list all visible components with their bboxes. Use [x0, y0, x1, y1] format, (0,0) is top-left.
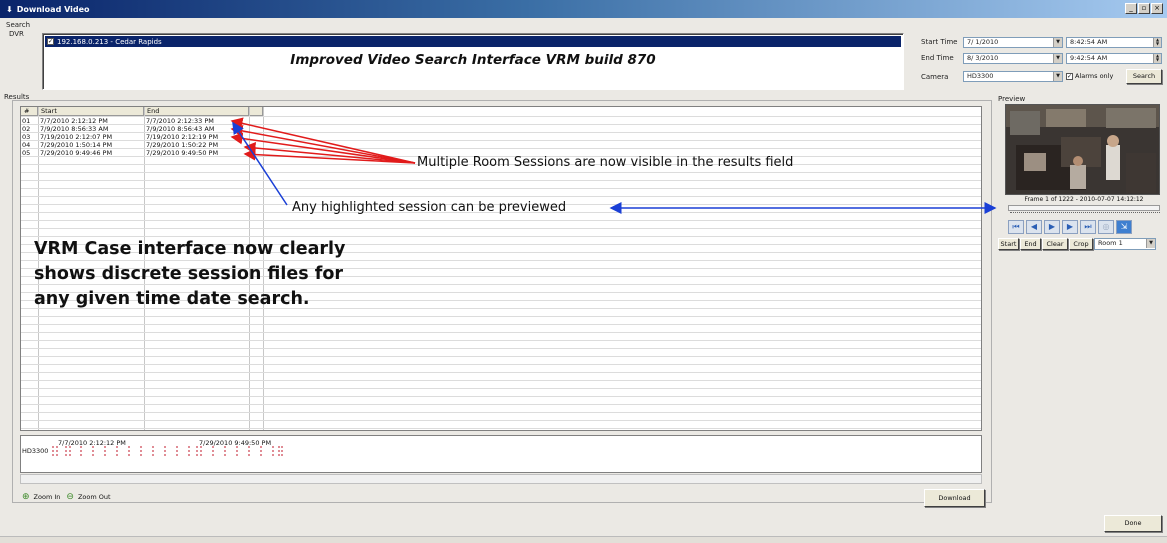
preview-video-frame[interactable] — [1005, 104, 1160, 195]
timeline-track[interactable] — [51, 446, 283, 457]
case-note-line: shows discrete session files for — [34, 264, 344, 284]
preview-actions: Start End Clear Crop Room 1 ▼ — [998, 238, 1156, 250]
frame-slider-ticks — [1010, 212, 1160, 217]
playback-controls: ⏮ ◀ ▶ ▶ ⏭ ◎ ⇲ — [1008, 220, 1132, 234]
preview-note: Any highlighted session can be previewed — [292, 200, 567, 215]
timeline-scrollbar[interactable] — [20, 474, 982, 484]
timeline-ticks — [52, 446, 283, 457]
zoom-out-icon[interactable]: ⊖ — [66, 492, 74, 502]
zoom-in-icon[interactable]: ⊕ — [22, 492, 30, 502]
skip-to-start-icon[interactable]: ⏮ — [1008, 220, 1024, 234]
step-back-icon[interactable]: ◀ — [1026, 220, 1042, 234]
frame-info: Frame 1 of 1222 - 2010-07-07 14:12:12 — [1024, 196, 1144, 203]
start-button[interactable]: Start — [998, 238, 1019, 250]
red-arrows — [230, 117, 416, 164]
room-select[interactable]: Room 1 ▼ — [1094, 238, 1156, 250]
multiple-sessions-note: Multiple Room Sessions are now visible i… — [417, 155, 794, 170]
case-note-line: any given time date search. — [34, 289, 310, 309]
timeline-track-label: HD3300 — [22, 447, 49, 455]
timeline-panel[interactable]: 7/7/2010 2:12:12 PM 7/29/2010 9:49:50 PM… — [20, 435, 982, 473]
download-button[interactable]: Download — [924, 489, 985, 507]
case-note: VRM Case interface now clearly shows dis… — [34, 237, 345, 312]
step-forward-icon[interactable]: ▶ — [1062, 220, 1078, 234]
end-button[interactable]: End — [1020, 238, 1041, 250]
zoom-in-label[interactable]: Zoom In — [34, 493, 61, 501]
play-icon[interactable]: ▶ — [1044, 220, 1060, 234]
status-bar — [0, 536, 1167, 543]
fit-icon[interactable]: ⇲ — [1116, 220, 1132, 234]
room-value: Room 1 — [1098, 239, 1123, 247]
done-button[interactable]: Done — [1104, 515, 1162, 532]
case-note-line: VRM Case interface now clearly — [34, 239, 346, 259]
crop-button[interactable]: Crop — [1069, 238, 1093, 250]
skip-to-end-icon[interactable]: ⏭ — [1080, 220, 1096, 234]
zoom-out-label[interactable]: Zoom Out — [78, 493, 111, 501]
zoom-controls: ⊕ Zoom In ⊖ Zoom Out — [22, 492, 111, 502]
chevron-down-icon[interactable]: ▼ — [1146, 239, 1155, 248]
preview-scene-image — [1006, 105, 1159, 194]
frame-slider[interactable] — [1008, 205, 1160, 211]
snapshot-icon[interactable]: ◎ — [1098, 220, 1114, 234]
clear-button[interactable]: Clear — [1042, 238, 1068, 250]
preview-group-label: Preview — [998, 95, 1026, 103]
